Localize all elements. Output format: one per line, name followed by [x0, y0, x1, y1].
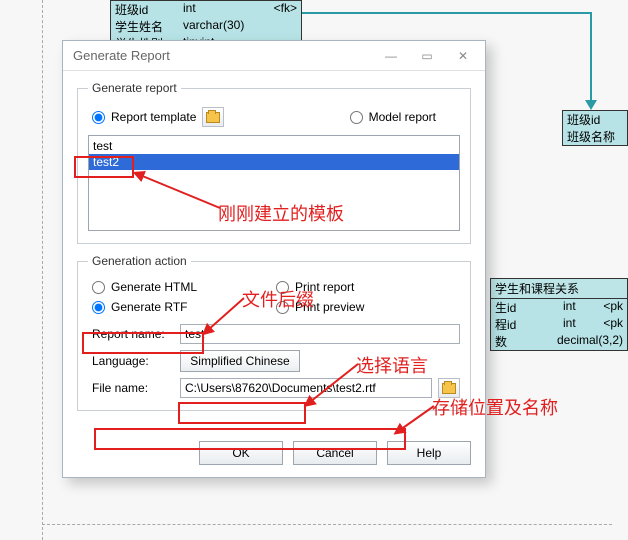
- report-name-input[interactable]: [180, 324, 460, 344]
- cell: 程id: [495, 316, 551, 333]
- legend: Generation action: [88, 254, 191, 268]
- label-file-name: File name:: [92, 381, 174, 395]
- radio-generate-html[interactable]: Generate HTML: [92, 280, 276, 294]
- radio-label: Print report: [295, 280, 354, 294]
- radio-input[interactable]: [276, 301, 289, 314]
- folder-icon: [206, 112, 220, 123]
- radio-model-report[interactable]: Model report: [350, 110, 436, 124]
- radio-label: Report template: [111, 110, 196, 124]
- ok-button[interactable]: OK: [199, 441, 283, 465]
- browse-template-button[interactable]: [202, 107, 224, 127]
- cell: 生id: [495, 299, 551, 316]
- radio-print-preview[interactable]: Print preview: [276, 300, 460, 314]
- radio-print-report[interactable]: Print report: [276, 280, 460, 294]
- cell: 数: [495, 333, 545, 350]
- legend: Generate report: [88, 81, 181, 95]
- titlebar[interactable]: Generate Report — ▭ ✕: [63, 41, 485, 71]
- radio-input[interactable]: [92, 301, 105, 314]
- list-item[interactable]: test: [89, 138, 459, 154]
- label-language: Language:: [92, 354, 174, 368]
- list-item-selected[interactable]: test2: [89, 154, 459, 170]
- minimize-button[interactable]: —: [373, 44, 409, 68]
- radio-input[interactable]: [350, 111, 363, 124]
- radio-input[interactable]: [276, 281, 289, 294]
- rel-line-v: [590, 12, 592, 102]
- cell: 学生姓名: [115, 18, 171, 35]
- generate-report-dialog: Generate Report — ▭ ✕ Generate report Re…: [62, 40, 486, 478]
- cell: <pk: [603, 316, 623, 333]
- help-button[interactable]: Help: [387, 441, 471, 465]
- maximize-button[interactable]: ▭: [409, 44, 445, 68]
- radio-input[interactable]: [92, 281, 105, 294]
- radio-label: Generate RTF: [111, 300, 187, 314]
- cell: <pk: [603, 299, 623, 316]
- radio-generate-rtf[interactable]: Generate RTF: [92, 300, 276, 314]
- close-button[interactable]: ✕: [445, 44, 481, 68]
- language-button[interactable]: Simplified Chinese: [180, 350, 300, 372]
- dialog-title: Generate Report: [73, 48, 373, 63]
- guide-vline: [42, 0, 43, 540]
- group-generate-report: Generate report Report template Model re…: [77, 81, 471, 244]
- label-report-name: Report name:: [92, 327, 174, 341]
- group-generation-action: Generation action Generate HTML Print re…: [77, 254, 471, 411]
- rel-arrow: [585, 100, 597, 110]
- cell: 班级id: [567, 111, 623, 128]
- cell: <fk>: [274, 1, 297, 18]
- table-title: 学生和课程关系: [491, 279, 627, 299]
- radio-label: Print preview: [295, 300, 364, 314]
- bg-table-br: 学生和课程关系 生idint <pk 程idint <pk 数 decimal(3,2…: [490, 278, 628, 351]
- radio-label: Generate HTML: [111, 280, 197, 294]
- template-listbox[interactable]: test test2: [88, 135, 460, 231]
- rel-line-h: [302, 12, 592, 14]
- cancel-button[interactable]: Cancel: [293, 441, 377, 465]
- cell: 班级名称: [567, 128, 623, 145]
- cell: varchar(30): [183, 18, 244, 35]
- guide-hline: [42, 524, 612, 525]
- cell: int: [183, 1, 196, 18]
- radio-input[interactable]: [92, 111, 105, 124]
- cell: decimal(3,2): [557, 333, 623, 350]
- button-bar: OK Cancel Help: [63, 433, 485, 477]
- bg-table-right: 班级id 班级名称: [562, 110, 628, 146]
- cell: int: [563, 299, 576, 316]
- cell: 班级id: [115, 1, 171, 18]
- cell: int: [563, 316, 576, 333]
- radio-label: Model report: [369, 110, 436, 124]
- radio-report-template[interactable]: Report template: [92, 110, 196, 124]
- file-name-input[interactable]: [180, 378, 432, 398]
- folder-icon: [442, 383, 456, 394]
- browse-file-button[interactable]: [438, 378, 460, 398]
